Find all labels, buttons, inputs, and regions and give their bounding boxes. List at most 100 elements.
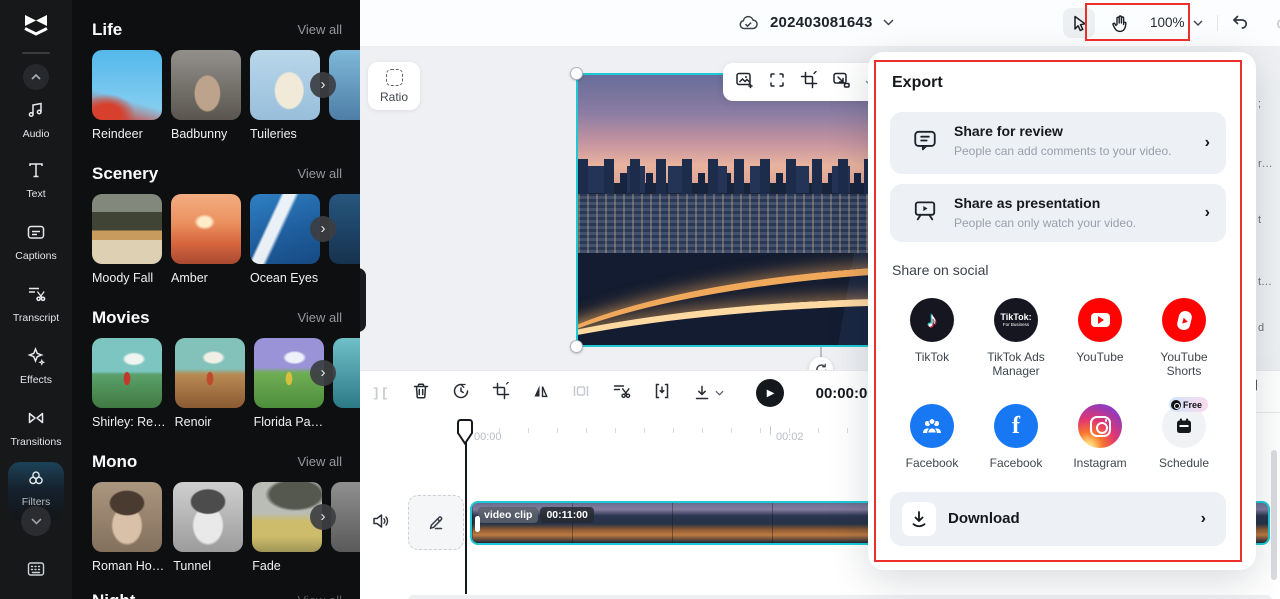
add-media-icon[interactable] [735, 71, 754, 94]
clip-duration-badge: 00:11:00 [540, 507, 594, 523]
sidebar-item-transitions[interactable]: Transitions [0, 408, 72, 448]
play-button[interactable]: ▶ [755, 379, 784, 407]
next-arrow-button[interactable]: › [310, 72, 336, 98]
filter-card[interactable] [331, 482, 360, 573]
option-subtitle: People can add comments to your video. [954, 144, 1172, 158]
clip-trim-handle[interactable] [475, 516, 480, 532]
export-popup: Export Share for review People can add c… [868, 52, 1256, 570]
filter-card[interactable] [332, 338, 360, 429]
share-youtube[interactable]: YouTube [1058, 298, 1142, 364]
share-as-presentation-option[interactable]: Share as presentation People can only wa… [890, 184, 1226, 242]
select-tool-button[interactable] [1063, 8, 1095, 38]
view-all-link[interactable]: View all [297, 310, 342, 325]
view-all-link[interactable]: View all [297, 22, 342, 37]
share-tiktok-ads[interactable]: TikTok: For Business TikTok Ads Manager [974, 298, 1058, 378]
filter-card[interactable]: Shirley: Re… [92, 338, 166, 429]
fit-screen-icon[interactable] [768, 71, 786, 94]
sidebar-item-transcript[interactable]: Transcript [0, 284, 72, 324]
share-tiktok[interactable]: ♪ TikTok [890, 298, 974, 364]
sidebar-item-effects[interactable]: Effects [0, 346, 72, 386]
share-schedule[interactable]: Free Schedule [1142, 397, 1226, 470]
filter-thumbnail[interactable] [332, 338, 360, 408]
sidebar-item-captions[interactable]: Captions [0, 222, 72, 262]
sidebar-item-audio[interactable]: Audio [0, 100, 72, 140]
clip-name-badge: video clip [478, 507, 539, 523]
sidebar-item-filters[interactable]: Filters [0, 468, 72, 508]
filter-thumbnail[interactable] [92, 482, 162, 552]
view-all-link[interactable]: View all [297, 454, 342, 469]
filter-card[interactable]: Tuileries [250, 50, 320, 141]
next-arrow-button[interactable]: › [310, 504, 336, 530]
sidebar-label: Captions [15, 250, 57, 262]
share-instagram[interactable]: Instagram [1058, 404, 1142, 470]
replace-media-icon[interactable] [832, 71, 851, 94]
filter-card[interactable]: Fade [252, 482, 323, 573]
reverse-icon[interactable] [452, 382, 470, 405]
zoom-chevron-down-icon[interactable] [1193, 20, 1203, 26]
effects-icon [26, 346, 46, 370]
ratio-button[interactable]: Ratio [368, 62, 420, 110]
undo-button[interactable] [1230, 12, 1250, 32]
filter-thumbnail[interactable] [174, 338, 245, 408]
filter-thumbnail[interactable] [92, 338, 162, 408]
edit-cover-button[interactable] [408, 495, 464, 550]
scroll-up-button[interactable] [23, 64, 49, 90]
filter-thumbnail[interactable] [171, 194, 241, 264]
filter-card[interactable]: Florida Pa… [253, 338, 324, 429]
instagram-icon [1078, 404, 1122, 448]
filter-card[interactable]: Ocean Eyes [250, 194, 320, 285]
delete-icon[interactable] [412, 382, 430, 405]
social-label: YouTube Shorts [1160, 350, 1208, 378]
playhead-line[interactable] [465, 425, 467, 594]
project-chevron-down-icon[interactable] [883, 19, 894, 26]
zoom-level[interactable]: 100% [1150, 15, 1185, 30]
view-all-link[interactable]: View all [297, 593, 342, 599]
crop-icon[interactable] [800, 70, 818, 94]
filter-thumbnail[interactable] [92, 194, 162, 264]
share-facebook-group[interactable]: Facebook [890, 404, 974, 470]
filter-card[interactable]: Moody Fall [92, 194, 162, 285]
download-clip-icon[interactable] [693, 384, 724, 402]
filter-thumbnail[interactable] [173, 482, 244, 552]
redo-button[interactable] [1274, 12, 1280, 32]
scroll-down-button[interactable] [21, 506, 51, 536]
share-youtube-shorts[interactable]: YouTube Shorts [1142, 298, 1226, 378]
filter-card[interactable] [329, 50, 360, 141]
capcut-logo[interactable] [0, 12, 72, 43]
filter-thumbnail[interactable] [171, 50, 241, 120]
crop-icon[interactable] [492, 380, 510, 405]
filter-card[interactable]: Amber [171, 194, 241, 285]
filter-card[interactable]: Reindeer [92, 50, 162, 141]
mirror-icon[interactable] [532, 382, 550, 405]
chevron-right-icon: › [320, 219, 326, 237]
filter-card[interactable] [329, 194, 360, 285]
filter-card[interactable]: Tunnel [173, 482, 244, 573]
playhead-handle[interactable] [457, 419, 473, 450]
cloud-save-icon[interactable] [738, 13, 759, 33]
resize-handle-top-left[interactable] [570, 67, 583, 80]
download-option[interactable]: Download › [890, 492, 1226, 546]
share-for-review-option[interactable]: Share for review People can add comments… [890, 112, 1226, 174]
filter-thumbnail[interactable] [92, 50, 162, 120]
sidebar-item-text[interactable]: Text [0, 160, 72, 200]
shortcuts-button[interactable] [0, 560, 72, 583]
vertical-scrollbar[interactable] [1271, 450, 1277, 580]
smart-cut-icon[interactable] [612, 382, 631, 405]
play-icon: ▶ [766, 387, 775, 399]
view-all-link[interactable]: View all [297, 166, 342, 181]
mute-track-icon[interactable] [371, 511, 391, 536]
filter-label: Renoir [174, 415, 212, 429]
filter-card[interactable]: Renoir [174, 338, 245, 429]
empty-track[interactable] [408, 595, 1272, 599]
resize-handle-bottom-left[interactable] [570, 340, 583, 353]
share-facebook[interactable]: f Facebook [974, 404, 1058, 470]
next-arrow-button[interactable]: › [310, 216, 336, 242]
tiktok-ads-icon: TikTok: For Business [994, 298, 1038, 342]
next-arrow-button[interactable]: › [310, 360, 336, 386]
filter-card[interactable]: Roman Ho… [92, 482, 164, 573]
filter-card[interactable]: Badbunny [171, 50, 241, 141]
project-title[interactable]: 202403081643 [770, 14, 873, 31]
hand-tool-button[interactable] [1105, 10, 1133, 36]
split-insert-icon[interactable] [653, 382, 671, 405]
icon-sidebar: Audio Text Captions Transcript Effects T… [0, 0, 72, 599]
